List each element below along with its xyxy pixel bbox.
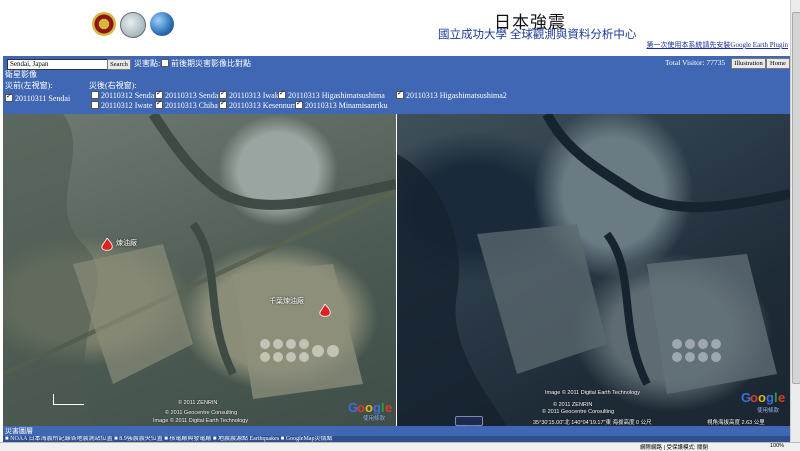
checkbox[interactable] — [219, 89, 227, 99]
checkbox[interactable] — [5, 92, 13, 102]
map-overlay — [397, 114, 790, 426]
checkbox[interactable] — [155, 89, 163, 99]
page-scrollbar[interactable] — [790, 0, 800, 442]
checkbox[interactable] — [295, 99, 303, 109]
terms-link[interactable]: 使用條款 — [363, 414, 385, 422]
after-label: 災後(右視窗): — [89, 81, 137, 90]
scale-bar — [53, 394, 84, 405]
canal-channel — [603, 231, 651, 386]
after-option-iwate[interactable]: 20110312 Iwate — [91, 101, 152, 110]
industrial-area-left — [73, 244, 193, 384]
google-logo-letter: l — [381, 400, 385, 415]
google-logo-letter: g — [766, 390, 774, 405]
option-label: 20110313 Chiba — [165, 101, 218, 110]
terms-link[interactable]: 使用條款 — [757, 406, 779, 414]
canal-channel — [189, 221, 237, 376]
option-label: 20110313 Sendai — [165, 91, 221, 100]
river-channel — [148, 114, 396, 210]
credit-zenrin: © 2011 ZENRIN — [178, 400, 218, 406]
credit-geocentre: © 2011 Geocentre Consulting — [165, 410, 238, 416]
credit-digital-earth: Image © 2011 Digital Earth Technology — [153, 418, 248, 424]
before-label: 災前(左視窗): — [5, 81, 53, 90]
compare-point-option[interactable]: 前後期災害影像比對點 — [161, 58, 251, 69]
visitor-count: Total Visitor: 77735 — [665, 58, 726, 67]
fire-label-chiba-refinery: 千葉煉油廠 — [269, 298, 304, 305]
page-header: 日本強震 國立成功大學 全球觀測與資料分析中心 第一次使用本系統請先安裝Goog… — [0, 0, 800, 56]
imagery-section-label: 衛星影像 — [5, 70, 37, 79]
fire-marker-icon[interactable] — [101, 238, 113, 252]
option-label: 20110313 Kesennuma — [229, 101, 301, 110]
after-option-kesennuma[interactable]: 20110313 Kesennuma — [219, 99, 301, 110]
compare-point-checkbox[interactable] — [161, 59, 169, 67]
option-label: 20110312 Iwate — [101, 101, 153, 110]
after-option-minamisanriku[interactable]: 20110313 Minamisanriku — [295, 99, 388, 110]
compare-point-label: 前後期災害影像比對點 — [171, 59, 251, 68]
google-logo-letter: g — [373, 400, 381, 415]
credit-geocentre: © 2011 Geocentre Consulting — [542, 409, 615, 415]
credit-digital-earth: Image © 2011 Digital Earth Technology — [545, 390, 640, 396]
google-logo-letter: o — [365, 400, 373, 415]
after-option-chiba[interactable]: 20110313 Chiba — [155, 99, 218, 110]
industrial-area-right — [647, 254, 777, 394]
option-label: 20110313 Higashimatsushima — [288, 91, 385, 100]
google-logo-letter: e — [778, 390, 785, 405]
center-logo — [120, 12, 146, 38]
option-label: 20110313 Minamisanriku — [305, 101, 388, 110]
zoom-level[interactable]: 100% — [770, 443, 784, 449]
checkbox[interactable] — [396, 89, 404, 99]
after-option-iwaki[interactable]: 20110313 Iwaki — [219, 89, 281, 100]
checkbox[interactable] — [155, 99, 163, 109]
google-logo-letter: e — [385, 400, 392, 415]
altitude-readout: 視角海拔高度 2.63 公里 — [707, 420, 765, 426]
logo-group — [92, 12, 174, 38]
checkbox[interactable] — [219, 99, 227, 109]
google-logo-letter: l — [774, 390, 778, 405]
coordinates-readout: 35°30'15.00"北 140°04'19.17"東 海拔高度 0 公尺 — [533, 420, 652, 426]
home-button[interactable]: Home — [766, 58, 790, 69]
option-label: 20110313 Higashimatsushima2 — [406, 91, 507, 100]
option-label: 20110311 Sendai — [15, 94, 71, 103]
industrial-area-left — [477, 224, 607, 374]
google-logo-letter: o — [750, 390, 758, 405]
after-satellite-map[interactable]: Image © 2011 Digital Earth Technology © … — [397, 114, 790, 426]
checkbox[interactable] — [91, 101, 99, 109]
after-option-sendai-0313[interactable]: 20110313 Sendai — [155, 89, 221, 100]
scrollbar-thumb[interactable] — [792, 12, 800, 384]
credit-zenrin: © 2011 ZENRIN — [553, 402, 593, 408]
university-logo — [92, 12, 116, 36]
historical-imagery-slider[interactable]: 2004 — [455, 416, 483, 426]
after-option-higashimatsushima2[interactable]: 20110313 Higashimatsushima2 — [396, 89, 507, 100]
page-subtitle: 國立成功大學 全球觀測與資料分析中心 — [438, 29, 637, 41]
fire-marker-icon[interactable] — [319, 304, 331, 318]
globe-logo — [150, 12, 174, 36]
fire-label-refinery: 煉油廠 — [116, 240, 137, 247]
checkbox[interactable] — [91, 91, 99, 99]
river-channel — [542, 114, 790, 213]
control-panel: Sendai, Japan Search 災害點: 前後期災害影像比對點 Tot… — [3, 56, 790, 114]
checkbox[interactable] — [278, 89, 286, 99]
before-satellite-map[interactable]: 煉油廠 千葉煉油廠 © 2011 ZENRIN © 2011 Geocentre… — [3, 114, 396, 426]
option-label: 20110313 Iwaki — [229, 91, 281, 100]
after-option-higashimatsushima[interactable]: 20110313 Higashimatsushima — [278, 89, 385, 100]
disaster-layers-label: 災害圖層 — [3, 426, 790, 436]
disaster-point-label: 災害點: — [134, 59, 161, 68]
google-logo-letter: o — [357, 400, 365, 415]
install-plugin-link[interactable]: 第一次使用本系統請先安裝Google Earth Plugin — [646, 40, 788, 50]
after-option-sendai-0312[interactable]: 20110312 Sendai — [91, 91, 156, 100]
before-option-sendai[interactable]: 20110311 Sendai — [5, 92, 71, 103]
option-label: 20110312 Sendai — [101, 91, 157, 100]
search-button[interactable]: Search — [107, 59, 131, 70]
bay-water — [397, 154, 507, 426]
google-logo-letter: o — [758, 390, 766, 405]
map-overlay — [3, 114, 396, 426]
industrial-area-right — [233, 264, 363, 399]
illustration-button[interactable]: Illustration — [731, 58, 766, 69]
